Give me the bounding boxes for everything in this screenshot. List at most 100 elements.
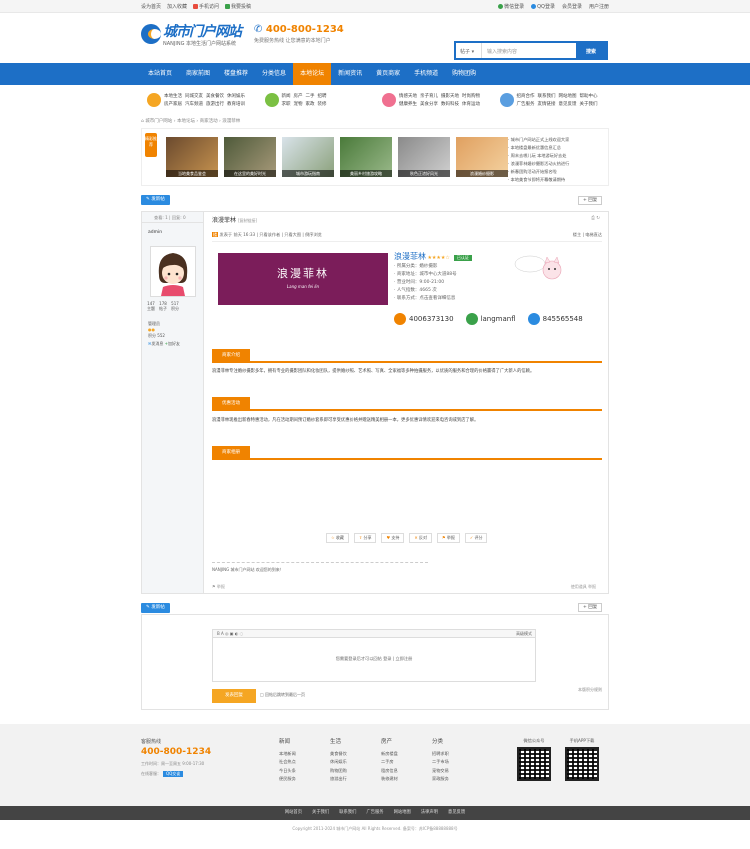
wechat-login-link[interactable]: 微信登录 [498, 3, 524, 10]
featured-image[interactable]: 美丽乡村旅游攻略 [340, 137, 392, 177]
author-stat[interactable]: 178 帖子 [159, 301, 167, 312]
footer-link[interactable]: 新房楼盘 [381, 750, 398, 759]
featured-image[interactable]: 当地美食品鉴会 [166, 137, 218, 177]
mobile-link[interactable]: 手机访问 [193, 3, 219, 10]
featured-news-item[interactable]: · 浪漫菲林婚纱摄影活动火热进行 [508, 160, 569, 168]
featured-image[interactable]: 在这里的美好时光 [224, 137, 276, 177]
footer-link[interactable]: 装修建材 [381, 775, 398, 784]
bottom-nav-link[interactable]: 广告服务 [366, 806, 383, 820]
qq-chat-button[interactable]: QQ交谈 [163, 771, 184, 777]
quick-link[interactable]: 体育运动 [462, 101, 480, 107]
shop-qq[interactable]: 845565548 [527, 313, 583, 325]
quick-link[interactable]: 家政 [306, 101, 315, 107]
nav-item[interactable]: 分类信息 [255, 63, 293, 85]
login-to-reply-prompt[interactable]: 您需要登录后才可以回帖 登录 | 立即注册 [213, 656, 535, 662]
bottom-nav-link[interactable]: 法律声明 [421, 806, 438, 820]
tools-link[interactable]: 使用道具 举报 [571, 584, 596, 590]
author-name[interactable]: admin [148, 230, 203, 235]
nav-item[interactable]: 黄页商家 [369, 63, 407, 85]
featured-image[interactable]: 秋色正浓好风光 [398, 137, 450, 177]
nav-item[interactable]: 新闻资讯 [331, 63, 369, 85]
nav-item[interactable]: 手机频道 [407, 63, 445, 85]
avatar[interactable] [150, 246, 196, 297]
qq-login-link[interactable]: QQ登录 [531, 3, 555, 10]
search-input[interactable]: 输入搜索内容 [482, 43, 576, 58]
submit-reply-button[interactable]: 发表回复 [212, 689, 256, 703]
featured-news-item[interactable]: · 新春团购活动开始报名啦 [508, 168, 569, 176]
set-home-link[interactable]: 设为首页 [141, 3, 161, 10]
shop-wechat[interactable]: langmanfl [465, 313, 516, 325]
footer-link[interactable]: 二手房 [381, 758, 398, 767]
post-action-button[interactable]: ✕ 反对 [409, 533, 432, 543]
quick-link[interactable]: 友情链接 [538, 101, 556, 107]
post-action-button[interactable]: ♥ 支持 [381, 533, 405, 543]
quick-link[interactable]: 联系我们 [538, 93, 556, 99]
quick-link[interactable]: 意见反馈 [559, 101, 577, 107]
quick-link[interactable]: 同城交友 [185, 93, 203, 99]
print-icon[interactable]: ⎙ ↻ [591, 215, 600, 221]
quick-link[interactable]: 本地生活 [164, 93, 182, 99]
quick-link[interactable]: 帮助中心 [580, 93, 598, 99]
footer-link[interactable]: 旅游出行 [330, 775, 347, 784]
quick-link[interactable]: 健康养生 [399, 101, 417, 107]
shop-name[interactable]: 浪漫菲林 [394, 253, 426, 261]
post-action-button[interactable]: ☆ 收藏 [326, 533, 349, 543]
nav-item[interactable]: 商家前图 [179, 63, 217, 85]
reply-editor[interactable]: B A ◎ ▣ ◐ ◌ 高级模式 您需要登录后才可以回帖 登录 | 立即注册 [212, 629, 536, 682]
quick-link[interactable]: 汽车频道 [185, 101, 203, 107]
quick-link[interactable]: 招商合作 [517, 93, 535, 99]
add-friend-link[interactable]: +加好友 [165, 341, 180, 346]
footer-link[interactable]: 休闲娱乐 [330, 758, 347, 767]
featured-image[interactable]: 浪漫婚纱摄影 [456, 137, 508, 177]
reply-button-top[interactable]: + 回复 [578, 196, 603, 205]
quick-link[interactable]: 宠物 [294, 101, 303, 107]
bottom-nav-link[interactable]: 意见反馈 [448, 806, 465, 820]
quick-link[interactable]: 教育培训 [227, 101, 245, 107]
quick-link[interactable]: 休闲娱乐 [227, 93, 245, 99]
quick-link[interactable]: 美食餐饮 [206, 93, 224, 99]
bottom-nav-link[interactable]: 网站地图 [394, 806, 411, 820]
quick-link[interactable]: 求职 [282, 101, 291, 107]
quick-link[interactable]: 广告服务 [517, 101, 535, 107]
nav-item[interactable]: 楼盘推荐 [217, 63, 255, 85]
reply-options[interactable]: □ 回帖后跳转到最后一页 [260, 692, 305, 698]
quick-link[interactable]: 旅游出行 [206, 101, 224, 107]
nav-item[interactable]: 本站首页 [141, 63, 179, 85]
footer-link[interactable]: 租房信息 [381, 767, 398, 776]
quick-link[interactable]: 新闻 [282, 93, 291, 99]
register-link[interactable]: 用户注册 [589, 3, 609, 10]
footer-link[interactable]: 招聘求职 [432, 750, 449, 759]
quick-link[interactable]: 招聘 [318, 93, 327, 99]
quick-link[interactable]: 亲子育儿 [420, 93, 438, 99]
bottom-nav-link[interactable]: 关于我们 [312, 806, 329, 820]
quick-link[interactable]: 美食分享 [420, 101, 438, 107]
footer-link[interactable]: 家政服务 [432, 775, 449, 784]
footer-link[interactable]: 购物团购 [330, 767, 347, 776]
shop-banner[interactable]: 浪漫菲林 Lang man fei lin [218, 253, 388, 305]
quick-link[interactable]: 网站地图 [559, 93, 577, 99]
shop-phone[interactable]: 4006373130 [394, 313, 454, 325]
quick-link[interactable]: 装修 [318, 101, 327, 107]
quick-link[interactable]: 情感天地 [399, 93, 417, 99]
nav-item[interactable]: 购物团购 [445, 63, 483, 85]
featured-news-item[interactable]: · 本地美食节即将开幕敬请期待 [508, 176, 569, 184]
footer-link[interactable]: 宠物交易 [432, 767, 449, 776]
author-stat[interactable]: 517 积分 [171, 301, 179, 312]
quick-link[interactable]: 二手 [306, 93, 315, 99]
post-new-button-bottom[interactable]: ✎ 发新帖 [141, 603, 170, 613]
bottom-nav-link[interactable]: 网站首页 [285, 806, 302, 820]
favorite-link[interactable]: 加入收藏 [167, 3, 187, 10]
featured-news-item[interactable]: · 周末去哪儿玩 本地游玩好去处 [508, 152, 569, 160]
nav-item[interactable]: 本地论坛 [293, 63, 332, 85]
post-action-button[interactable]: ✓ 评分 [464, 533, 488, 543]
post-action-button[interactable]: ⚑ 举报 [436, 533, 460, 543]
footer-link[interactable]: 便民服务 [279, 775, 296, 784]
send-message-link[interactable]: ✉发消息 [148, 341, 163, 346]
quick-link[interactable]: 房产 [294, 93, 303, 99]
report-link[interactable]: ⚑ 举报 [212, 584, 225, 590]
featured-news-item[interactable]: · 本地楼盘最新优惠信息汇总 [508, 144, 569, 152]
reply-button-bottom[interactable]: + 回复 [578, 603, 603, 612]
advanced-mode-link[interactable]: 高级模式 [516, 631, 532, 637]
featured-news-item[interactable]: · 城市门户网站正式上线欢迎大家 [508, 136, 569, 144]
footer-link[interactable]: 社会热点 [279, 758, 296, 767]
